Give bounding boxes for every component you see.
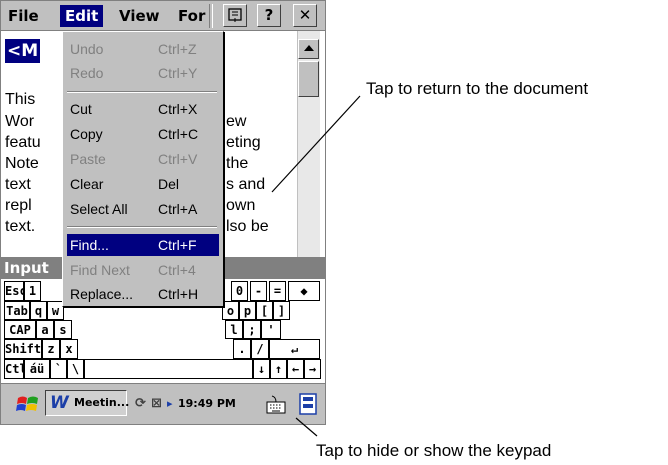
- callout-hide-show-keypad: Tap to hide or show the keypad: [316, 441, 552, 460]
- callout-return-to-document: Tap to return to the document: [366, 79, 589, 98]
- callout-line-top: [271, 95, 361, 193]
- callout-line-bottom: [295, 417, 318, 437]
- callout-lines: [271, 95, 361, 437]
